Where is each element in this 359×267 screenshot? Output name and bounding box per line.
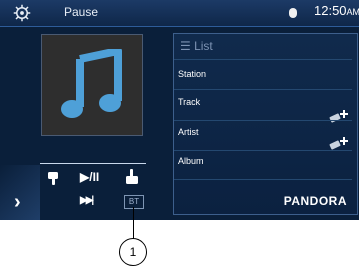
list-header[interactable]: ☰ List — [180, 39, 213, 53]
head-unit-screen: Pause 12:50AM ▶/II › ▶▶| BT ☰ List Stati… — [0, 0, 359, 220]
thumbs-down-icon[interactable] — [46, 170, 62, 186]
separator — [174, 179, 352, 180]
next-track-button[interactable]: ▶▶| — [80, 195, 94, 206]
bluetooth-icon — [289, 8, 297, 18]
play-pause-button[interactable]: ▶/II — [80, 170, 99, 184]
status-bar: Pause 12:50AM — [0, 0, 359, 27]
control-divider — [40, 163, 146, 164]
artist-label: Artist — [178, 127, 199, 137]
clock-ampm: AM — [346, 7, 359, 17]
track-label: Track — [178, 97, 201, 107]
chevron-right-icon[interactable]: › — [14, 191, 21, 214]
separator — [174, 59, 352, 60]
clock: 12:50AM — [314, 3, 359, 18]
bookmark-artist-icon[interactable] — [329, 136, 349, 150]
separator — [174, 120, 352, 121]
separator — [174, 89, 352, 90]
gear-icon[interactable] — [13, 4, 31, 22]
clock-time: 12:50 — [314, 3, 347, 18]
callout-leader-line — [133, 207, 134, 240]
station-label: Station — [178, 69, 207, 79]
bluetooth-source-badge: BT — [124, 195, 144, 209]
music-note-icon — [61, 49, 122, 118]
list-label: List — [194, 39, 213, 53]
callout-number: 1 — [119, 238, 147, 266]
album-label: Album — [178, 156, 204, 166]
pandora-logo: PANDORA — [283, 194, 347, 208]
playback-status: Pause — [64, 5, 99, 19]
album-art — [41, 34, 143, 136]
separator — [174, 150, 352, 151]
thumbs-up-icon[interactable] — [124, 168, 140, 185]
list-icon: ☰ — [180, 39, 195, 53]
pandora-info-panel: ☰ List Station Track Artist Album PANDOR… — [173, 33, 358, 215]
